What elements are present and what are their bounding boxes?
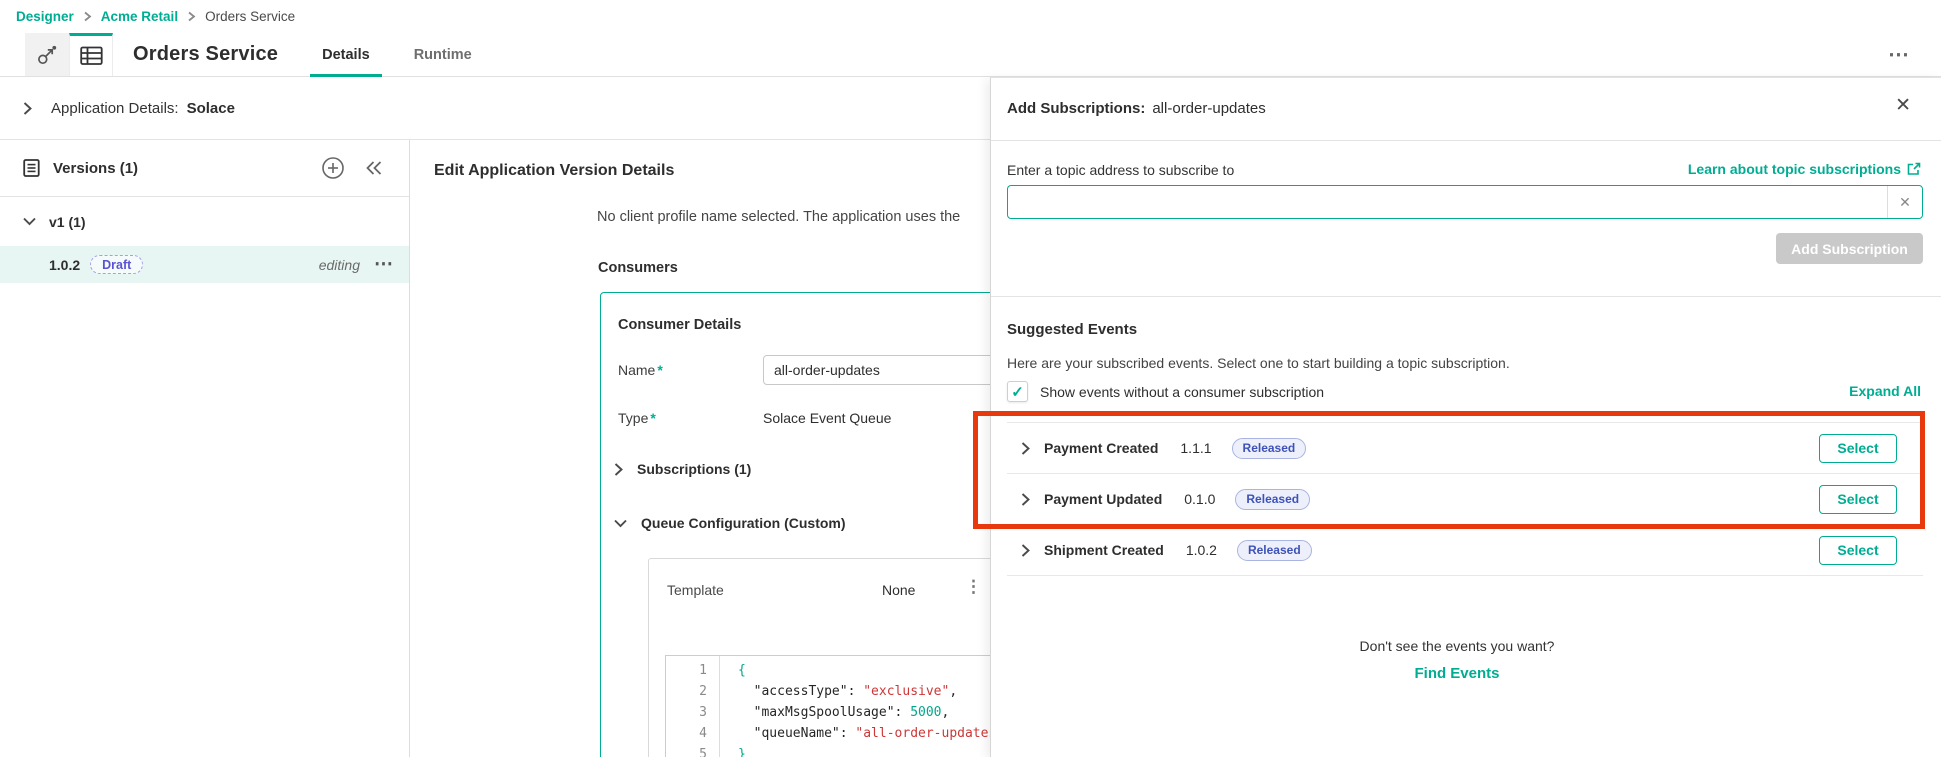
divider: [991, 296, 1941, 297]
breadcrumb-current: Orders Service: [205, 9, 296, 24]
suggested-event-row[interactable]: Payment Created 1.1.1 Released Select: [1007, 423, 1923, 474]
topology-view-icon: [36, 44, 58, 65]
learn-topic-subscriptions-link[interactable]: Learn about topic subscriptions: [1688, 161, 1921, 177]
editor-title: Edit Application Version Details: [434, 162, 675, 179]
queue-config-section-toggle[interactable]: Queue Configuration (Custom): [613, 515, 846, 531]
collapse-panel-icon[interactable]: [365, 160, 383, 176]
subscriptions-section-toggle[interactable]: Subscriptions (1): [613, 461, 751, 477]
template-value: None: [882, 582, 916, 598]
template-label: Template: [667, 582, 724, 598]
external-link-icon: [1907, 162, 1921, 176]
queue-config-section-label: Queue Configuration (Custom): [641, 515, 846, 531]
event-status-badge: Released: [1235, 488, 1311, 510]
required-marker: *: [657, 362, 663, 378]
application-details-value: Solace: [186, 99, 235, 117]
versions-list-icon: [22, 158, 41, 178]
client-profile-notice: No client profile name selected. The app…: [597, 209, 961, 225]
page-title: Orders Service: [133, 43, 279, 65]
app-root: Designer Acme Retail Orders Service Orde…: [0, 0, 1941, 757]
panel-title: Add Subscriptions: all-order-updates: [1007, 100, 1266, 117]
tab-details[interactable]: Details: [300, 33, 392, 77]
table-view-button[interactable]: [69, 33, 113, 76]
chevron-down-icon[interactable]: [613, 518, 628, 529]
event-select-button[interactable]: Select: [1819, 433, 1897, 463]
breadcrumb-designer[interactable]: Designer: [16, 9, 74, 24]
subscriptions-section-label: Subscriptions (1): [637, 461, 752, 477]
chevron-down-icon[interactable]: [22, 216, 37, 227]
suggested-event-row[interactable]: Payment Updated 0.1.0 Released Select: [1007, 474, 1923, 525]
consumer-card-title: Consumer Details: [618, 317, 742, 333]
divider: [991, 140, 1941, 141]
versions-title: Versions (1): [53, 159, 139, 177]
versions-panel-header: Versions (1): [0, 140, 409, 197]
expand-all-link[interactable]: Expand All: [1849, 383, 1921, 399]
event-version: 1.0.2: [1185, 542, 1217, 558]
code-content[interactable]: { "accessType": "exclusive", "maxMsgSpoo…: [720, 656, 1004, 757]
event-select-button[interactable]: Select: [1819, 535, 1897, 565]
tab-runtime[interactable]: Runtime: [392, 33, 494, 76]
chevron-right-icon[interactable]: [22, 101, 33, 116]
header-more-menu[interactable]: ⋯: [1888, 44, 1909, 65]
check-icon: ✓: [1011, 383, 1024, 401]
suggested-event-row[interactable]: Shipment Created 1.0.2 Released Select: [1007, 525, 1923, 576]
event-version: 1.1.1: [1180, 440, 1212, 456]
required-marker: *: [650, 410, 656, 426]
version-group-label: v1 (1): [49, 213, 86, 230]
breadcrumb-acme-retail[interactable]: Acme Retail: [101, 9, 178, 24]
topic-address-label: Enter a topic address to subscribe to: [1007, 162, 1235, 178]
application-details-label: Application Details:: [51, 99, 179, 117]
show-events-checkbox-label: Show events without a consumer subscript…: [1040, 384, 1325, 400]
header-tabs: Details Runtime: [300, 33, 494, 77]
table-view-icon: [79, 46, 103, 66]
chevron-right-icon: [187, 11, 196, 22]
topic-address-input-wrap: ✕: [1007, 185, 1923, 219]
version-editing-state: editing: [318, 256, 360, 273]
version-more-menu[interactable]: ⋯: [374, 255, 393, 274]
clear-input-icon[interactable]: ✕: [1887, 186, 1922, 218]
breadcrumb: Designer Acme Retail Orders Service: [0, 0, 1941, 33]
suggested-events-list: Payment Created 1.1.1 Released Select Paymen…: [1007, 422, 1923, 576]
close-icon[interactable]: ✕: [1895, 96, 1911, 115]
version-group-row[interactable]: v1 (1): [0, 197, 409, 246]
event-version: 0.1.0: [1184, 491, 1216, 507]
add-subscription-button[interactable]: Add Subscription: [1776, 233, 1923, 264]
event-name: Payment Created: [1044, 440, 1159, 456]
suggested-events-description: Here are your subscribed events. Select …: [1007, 355, 1510, 371]
chevron-right-icon[interactable]: [613, 462, 624, 477]
name-field-label: Name *: [618, 362, 663, 378]
version-number: 1.0.2: [49, 256, 81, 273]
version-row-selected[interactable]: 1.0.2 Draft editing ⋯: [0, 246, 409, 283]
chevron-right-icon[interactable]: [1020, 441, 1031, 456]
event-status-badge: Released: [1236, 539, 1312, 561]
topology-view-button[interactable]: [25, 33, 69, 76]
suggested-events-heading: Suggested Events: [1007, 321, 1138, 338]
find-events-link[interactable]: Find Events: [991, 665, 1923, 682]
versions-panel: Versions (1) v1 (1) 1.0.2 Draft editing …: [0, 140, 410, 757]
add-version-icon[interactable]: [321, 156, 345, 180]
code-line-numbers: 12345: [666, 656, 720, 757]
add-subscriptions-panel: Add Subscriptions: all-order-updates ✕ En…: [990, 77, 1941, 757]
events-footer-question: Don't see the events you want?: [1359, 638, 1555, 654]
topic-address-input[interactable]: [1008, 186, 1886, 218]
consumer-type-value: Solace Event Queue: [763, 410, 892, 426]
chevron-right-icon[interactable]: [1020, 492, 1031, 507]
consumers-heading: Consumers: [598, 260, 678, 276]
app-header: Orders Service Details Runtime ⋯: [0, 33, 1941, 77]
type-field-label: Type *: [618, 410, 656, 426]
event-status-badge: Released: [1231, 437, 1307, 459]
show-events-checkbox[interactable]: ✓: [1007, 381, 1028, 402]
draft-status-badge: Draft: [90, 255, 144, 274]
template-overflow-menu[interactable]: ⋮: [965, 578, 982, 596]
event-select-button[interactable]: Select: [1819, 484, 1897, 514]
event-name: Shipment Created: [1044, 542, 1164, 558]
chevron-right-icon: [83, 11, 92, 22]
panel-consumer-name: all-order-updates: [1152, 100, 1266, 117]
chevron-right-icon[interactable]: [1020, 543, 1031, 558]
event-name: Payment Updated: [1044, 491, 1163, 507]
